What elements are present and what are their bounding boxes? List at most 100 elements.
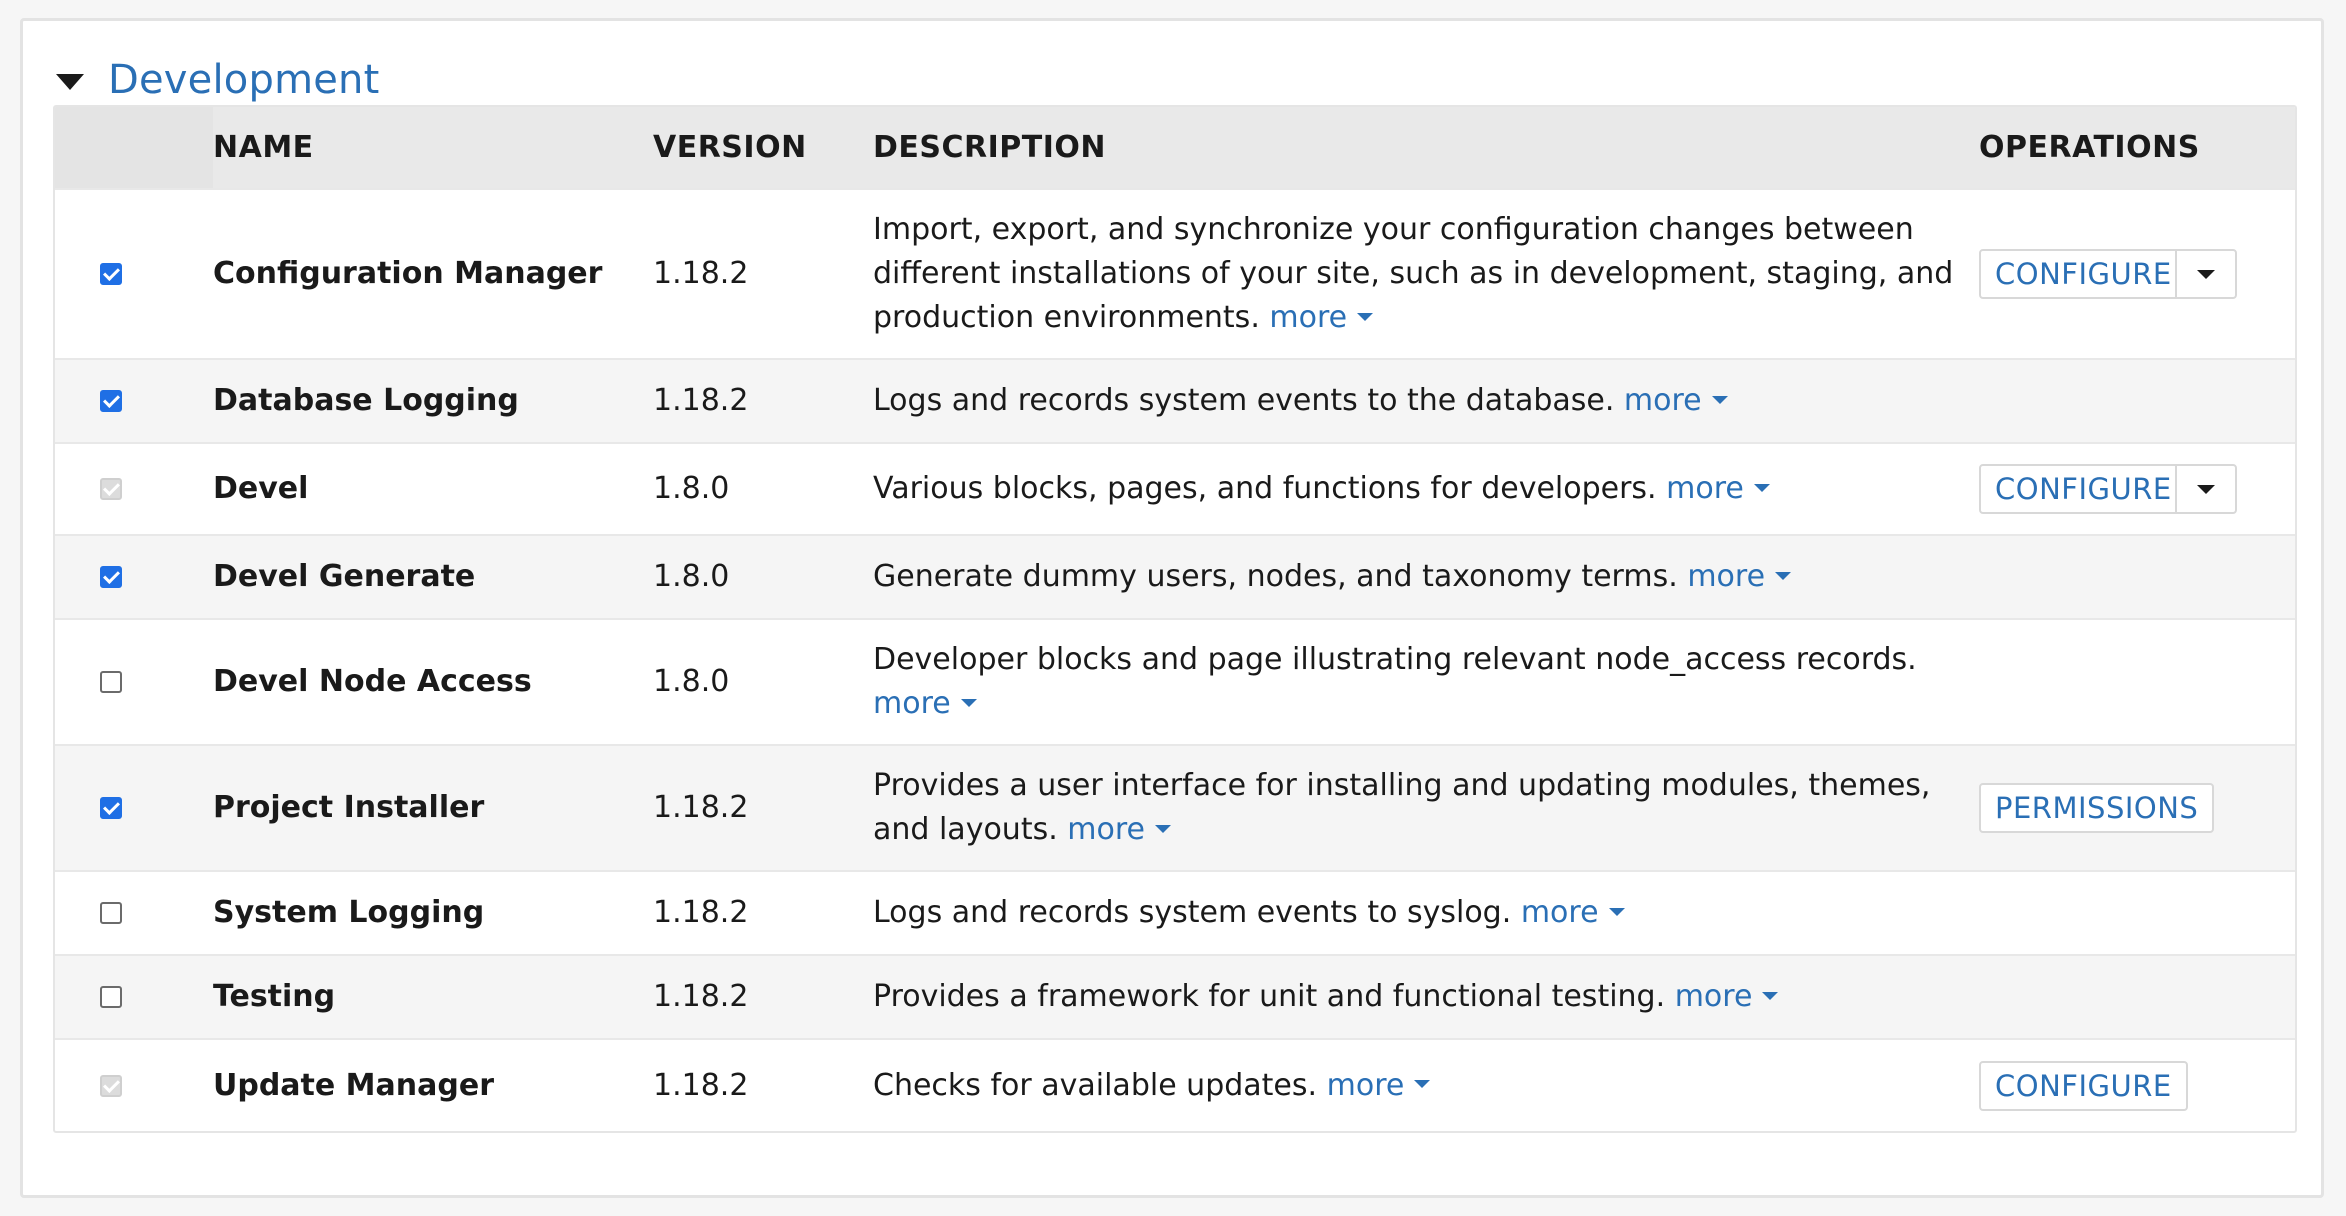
module-checkbox xyxy=(100,1074,122,1097)
operations-button-group: CONFIGURE xyxy=(1979,464,2237,514)
module-description: Various blocks, pages, and functions for… xyxy=(873,471,1657,506)
row-description-cell: Developer blocks and page illustrating r… xyxy=(873,619,1979,745)
row-checkbox-cell xyxy=(55,871,213,955)
module-name: System Logging xyxy=(213,895,485,930)
module-checkbox[interactable] xyxy=(100,797,122,819)
row-operations-cell: PERMISSIONS xyxy=(1979,745,2295,871)
row-name-cell: Project Installer xyxy=(213,745,653,871)
more-link-label: more xyxy=(1067,812,1146,847)
row-name-cell: Devel xyxy=(213,443,653,535)
more-link[interactable]: more xyxy=(1687,559,1792,594)
module-version: 1.8.0 xyxy=(653,471,730,506)
module-version: 1.18.2 xyxy=(653,895,749,930)
module-description: Generate dummy users, nodes, and taxonom… xyxy=(873,559,1678,594)
caret-down-icon xyxy=(960,698,977,707)
operations-button-group: PERMISSIONS xyxy=(1979,783,2215,833)
row-version-cell: 1.8.0 xyxy=(653,443,873,535)
module-checkbox[interactable] xyxy=(100,390,122,412)
operations-dropdown-toggle[interactable] xyxy=(2175,466,2235,512)
row-operations-cell xyxy=(1979,871,2295,955)
row-checkbox-cell xyxy=(55,535,213,619)
caret-down-icon xyxy=(1711,395,1728,404)
more-link[interactable]: more xyxy=(1666,471,1770,506)
row-checkbox-cell xyxy=(55,955,213,1039)
header-version: VERSION xyxy=(653,130,807,165)
module-checkbox[interactable] xyxy=(100,671,122,693)
section-title[interactable]: Development xyxy=(108,57,379,103)
operations-button-group: CONFIGURE xyxy=(1979,1060,2188,1111)
permissions-button[interactable]: PERMISSIONS xyxy=(1981,785,2212,831)
module-version: 1.8.0 xyxy=(653,664,730,699)
row-description-cell: Generate dummy users, nodes, and taxonom… xyxy=(873,535,1979,619)
row-version-cell: 1.18.2 xyxy=(653,745,873,871)
row-version-cell: 1.18.2 xyxy=(653,189,873,359)
configure-button[interactable]: CONFIGURE xyxy=(1981,466,2175,512)
table-row-6: Project Installer 1.18.2 Provides a user… xyxy=(55,745,2295,871)
caret-down-icon xyxy=(1357,312,1374,321)
row-description-cell: Provides a framework for unit and functi… xyxy=(873,955,1979,1039)
row-description-cell: Provides a user interface for installing… xyxy=(873,745,1979,871)
row-checkbox-cell xyxy=(55,745,213,871)
more-link[interactable]: more xyxy=(873,686,977,721)
table-row-4: Devel Generate 1.8.0 Generate dummy user… xyxy=(55,535,2295,619)
more-link-label: more xyxy=(1269,300,1348,335)
row-operations-cell: CONFIGURE xyxy=(1979,443,2295,535)
module-description: Checks for available updates. xyxy=(873,1067,1318,1103)
module-version: 1.8.0 xyxy=(653,559,730,594)
row-name-cell: Devel Generate xyxy=(213,535,653,619)
more-link[interactable]: more xyxy=(1327,1068,1431,1103)
collapse-toggle-icon[interactable] xyxy=(56,74,84,90)
row-description-cell: Logs and records system events to syslog… xyxy=(873,871,1979,955)
table-row-9: Update Manager 1.18.2 Checks for availab… xyxy=(55,1039,2295,1131)
table-header-row: NAME VERSION DESCRIPTION OPERATIONS xyxy=(55,107,2295,189)
row-checkbox-cell xyxy=(55,619,213,745)
row-name-cell: Configuration Manager xyxy=(213,189,653,359)
more-link[interactable]: more xyxy=(1675,979,1779,1014)
configure-button[interactable]: CONFIGURE xyxy=(1981,1063,2186,1109)
module-panel: Development NAME VERSION DESCRIPTION OPE… xyxy=(20,18,2324,1198)
module-checkbox[interactable] xyxy=(100,263,122,285)
module-checkbox[interactable] xyxy=(100,902,122,924)
row-version-cell: 1.18.2 xyxy=(653,871,873,955)
chevron-down-icon xyxy=(2197,269,2215,279)
row-version-cell: 1.8.0 xyxy=(653,619,873,745)
module-description: Provides a user interface for installing… xyxy=(873,768,1931,847)
caret-down-icon xyxy=(1775,571,1792,580)
row-description-cell: Various blocks, pages, and functions for… xyxy=(873,443,1979,535)
row-version-cell: 1.18.2 xyxy=(653,955,873,1039)
caret-down-icon xyxy=(1608,907,1625,916)
row-description-cell: Logs and records system events to the da… xyxy=(873,359,1979,443)
more-link[interactable]: more xyxy=(1067,812,1172,847)
more-link-label: more xyxy=(1666,471,1744,506)
module-version: 1.18.2 xyxy=(653,790,749,825)
module-version: 1.18.2 xyxy=(653,1067,749,1103)
more-link[interactable]: more xyxy=(1521,895,1625,930)
row-name-cell: Database Logging xyxy=(213,359,653,443)
module-version: 1.18.2 xyxy=(653,256,749,291)
row-operations-cell: CONFIGURE xyxy=(1979,189,2295,359)
row-description-cell: Checks for available updates. more xyxy=(873,1039,1979,1131)
module-checkbox[interactable] xyxy=(100,566,122,588)
module-checkbox xyxy=(100,478,122,500)
more-link-label: more xyxy=(873,686,951,721)
module-name: Devel Generate xyxy=(213,559,476,594)
module-name: Configuration Manager xyxy=(213,256,603,291)
module-checkbox[interactable] xyxy=(100,986,122,1008)
row-operations-cell xyxy=(1979,619,2295,745)
more-link[interactable]: more xyxy=(1269,300,1374,335)
chevron-down-icon xyxy=(2197,484,2215,494)
table-row-2: Database Logging 1.18.2 Logs and records… xyxy=(55,359,2295,443)
caret-down-icon xyxy=(1753,483,1770,492)
more-link[interactable]: more xyxy=(1624,383,1728,418)
module-name: Project Installer xyxy=(213,790,485,825)
module-description: Import, export, and synchronize your con… xyxy=(873,212,1954,335)
table-row-7: System Logging 1.18.2 Logs and records s… xyxy=(55,871,2295,955)
operations-dropdown-toggle[interactable] xyxy=(2175,251,2235,297)
configure-button[interactable]: CONFIGURE xyxy=(1981,251,2175,297)
row-operations-cell xyxy=(1979,955,2295,1039)
row-description-cell: Import, export, and synchronize your con… xyxy=(873,189,1979,359)
row-name-cell: Devel Node Access xyxy=(213,619,653,745)
row-name-cell: Update Manager xyxy=(213,1039,653,1131)
module-description: Logs and records system events to the da… xyxy=(873,383,1615,418)
row-name-cell: Testing xyxy=(213,955,653,1039)
